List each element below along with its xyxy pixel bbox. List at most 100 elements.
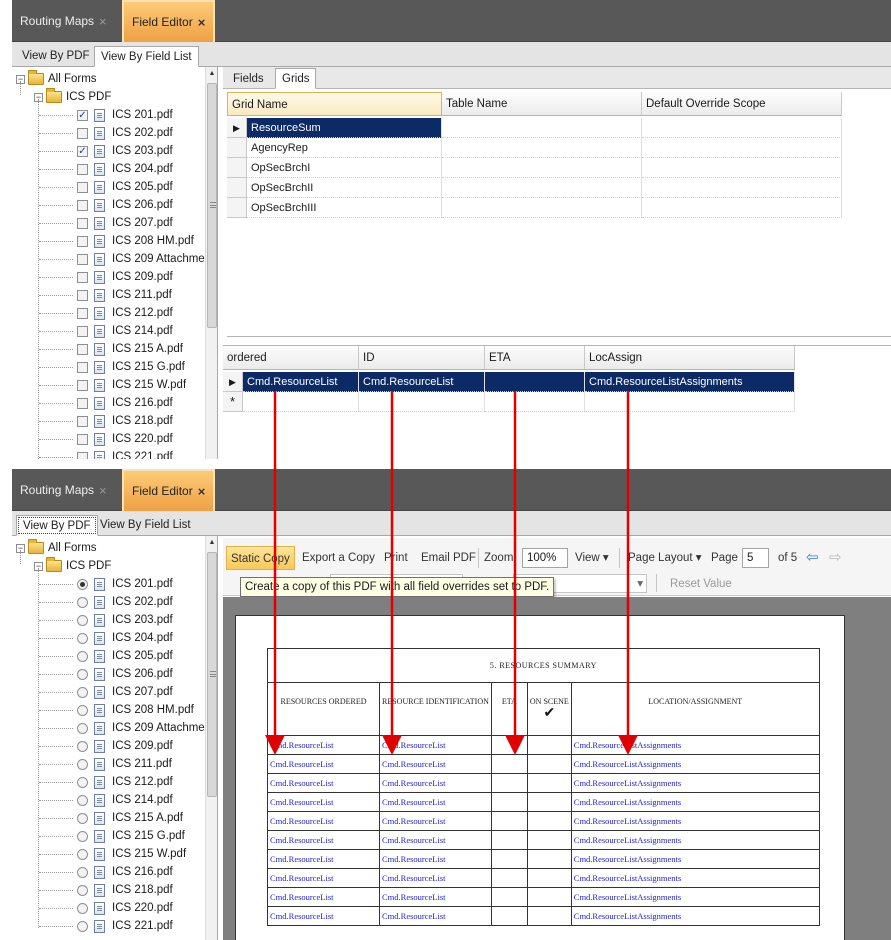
tree-item[interactable]: ICS 215 A.pdf — [39, 340, 183, 358]
row-header[interactable] — [227, 178, 247, 198]
radio-button[interactable] — [77, 668, 88, 680]
override-scope-cell[interactable] — [642, 118, 842, 138]
tree-folder-ics-pdf[interactable]: − ICS PDF — [34, 88, 111, 106]
tree-item[interactable]: ICS 216.pdf — [39, 394, 173, 412]
resource-id-cell[interactable]: Cmd.ResourceList — [379, 773, 492, 793]
checkbox[interactable] — [77, 163, 88, 175]
override-scope-cell[interactable] — [642, 158, 842, 178]
tab-field-editor[interactable]: Field Editor × — [122, 0, 216, 42]
tab-field-editor[interactable]: Field Editor × — [122, 469, 216, 511]
new-row-cell[interactable] — [485, 392, 585, 412]
radio-button[interactable] — [77, 740, 88, 752]
view-menu-button[interactable]: View ▾ — [575, 546, 609, 570]
radio-button[interactable] — [77, 920, 88, 932]
checkbox[interactable] — [77, 361, 88, 373]
checkbox[interactable] — [77, 217, 88, 229]
location-assignment-cell[interactable]: Cmd.ResourceListAssignments — [570, 849, 820, 869]
checkbox[interactable] — [77, 199, 88, 211]
radio-button[interactable] — [77, 632, 88, 644]
id-header[interactable]: ID — [359, 346, 485, 370]
tree-item[interactable]: ICS 218.pdf — [39, 881, 173, 899]
checkbox[interactable]: ✓ — [77, 109, 88, 121]
radio-button[interactable] — [77, 686, 88, 698]
grid-name-cell[interactable]: OpSecBrchI — [247, 158, 442, 178]
tree-item[interactable]: ICS 205.pdf — [39, 178, 173, 196]
location-assignment-cell[interactable]: Cmd.ResourceListAssignments — [570, 811, 820, 831]
resources-ordered-cell[interactable]: Cmd.ResourceList — [267, 773, 380, 793]
radio-button[interactable] — [77, 704, 88, 716]
locassign-header[interactable]: LocAssign — [585, 346, 795, 370]
table-name-cell[interactable] — [442, 158, 642, 178]
location-assignment-cell[interactable]: Cmd.ResourceListAssignments — [570, 792, 820, 812]
page-layout-button[interactable]: Page Layout ▾ — [628, 546, 702, 570]
tree-item[interactable]: ICS 215 G.pdf — [39, 827, 185, 845]
row-header[interactable] — [227, 198, 247, 218]
table-name-cell[interactable] — [442, 118, 642, 138]
resources-ordered-cell[interactable]: Cmd.ResourceList — [267, 887, 380, 907]
resource-id-cell[interactable]: Cmd.ResourceList — [379, 849, 492, 869]
resources-ordered-cell[interactable]: Cmd.ResourceList — [267, 868, 380, 888]
tree-item[interactable]: ICS 202.pdf — [39, 593, 173, 611]
tree-root[interactable]: − All Forms — [16, 70, 97, 88]
locassign-cell[interactable]: Cmd.ResourceListAssignments — [585, 372, 795, 392]
tree-item[interactable]: ICS 208 HM.pdf — [39, 701, 194, 719]
location-assignment-cell[interactable]: Cmd.ResourceListAssignments — [570, 906, 820, 926]
radio-button[interactable] — [77, 902, 88, 914]
checkbox[interactable] — [77, 325, 88, 337]
tree-item[interactable]: ICS 218.pdf — [39, 412, 173, 430]
resources-ordered-cell[interactable]: Cmd.ResourceList — [267, 735, 380, 755]
radio-button[interactable] — [77, 884, 88, 896]
tree-item[interactable]: ICS 215 W.pdf — [39, 376, 186, 394]
resource-id-cell[interactable]: Cmd.ResourceList — [379, 792, 492, 812]
tree-root[interactable]: − All Forms — [16, 539, 97, 557]
checkbox[interactable] — [77, 289, 88, 301]
tree-item[interactable]: ICS 216.pdf — [39, 863, 173, 881]
new-row-cell[interactable] — [243, 392, 359, 412]
id-cell[interactable]: Cmd.ResourceList — [359, 372, 485, 392]
checkbox[interactable] — [77, 379, 88, 391]
resource-id-cell[interactable]: Cmd.ResourceList — [379, 906, 492, 926]
location-assignment-cell[interactable]: Cmd.ResourceListAssignments — [570, 830, 820, 850]
override-scope-cell[interactable] — [642, 138, 842, 158]
radio-button[interactable] — [77, 596, 88, 608]
location-assignment-cell[interactable]: Cmd.ResourceListAssignments — [570, 773, 820, 793]
resources-ordered-cell[interactable]: Cmd.ResourceList — [267, 906, 380, 926]
ordered-cell[interactable]: Cmd.ResourceList — [243, 372, 359, 392]
tab-view-by-field-list[interactable]: View By Field List — [94, 515, 197, 536]
page-number-input[interactable]: 5 — [742, 548, 769, 568]
checkbox[interactable] — [77, 127, 88, 139]
reset-value-button[interactable]: Reset Value — [670, 572, 732, 596]
tree-item[interactable]: ICS 215 W.pdf — [39, 845, 186, 863]
radio-button[interactable] — [77, 722, 88, 734]
tree-item[interactable]: ICS 215 A.pdf — [39, 809, 183, 827]
previous-page-icon[interactable]: ⇦ — [806, 546, 819, 570]
tree-item[interactable]: ICS 212.pdf — [39, 773, 173, 791]
checkbox[interactable] — [77, 397, 88, 409]
radio-button[interactable] — [77, 830, 88, 842]
tree-item[interactable]: ICS 209.pdf — [39, 737, 173, 755]
resources-ordered-cell[interactable]: Cmd.ResourceList — [267, 754, 380, 774]
scroll-thumb[interactable] — [207, 83, 217, 328]
tree-item[interactable]: ICS 221.pdf — [39, 917, 173, 935]
email-pdf-button[interactable]: Email PDF — [421, 546, 476, 570]
tab-view-by-pdf[interactable]: View By PDF — [16, 46, 96, 67]
tree-item[interactable]: ICS 212.pdf — [39, 304, 173, 322]
table-name-header[interactable]: Table Name — [442, 92, 642, 116]
close-icon[interactable]: × — [198, 15, 206, 30]
table-name-cell[interactable] — [442, 178, 642, 198]
zoom-input[interactable]: 100% — [522, 548, 568, 568]
tree-item[interactable]: ICS 206.pdf — [39, 196, 173, 214]
eta-header[interactable]: ETA — [485, 346, 585, 370]
tree-item[interactable]: ICS 209 Attachme — [39, 719, 205, 737]
location-assignment-cell[interactable]: Cmd.ResourceListAssignments — [570, 754, 820, 774]
new-row-cell[interactable] — [585, 392, 795, 412]
radio-button[interactable] — [77, 794, 88, 806]
ordered-header[interactable]: ordered — [223, 346, 359, 370]
pdf-viewer[interactable]: 5. RESOURCES SUMMARY RESOURCES ORDERED R… — [223, 597, 891, 940]
tree-item[interactable]: ✓ ICS 203.pdf — [39, 142, 173, 160]
grid-name-cell[interactable]: AgencyRep — [247, 138, 442, 158]
radio-button[interactable] — [77, 812, 88, 824]
row-header[interactable] — [227, 138, 247, 158]
tab-view-by-field-list[interactable]: View By Field List — [94, 46, 199, 67]
print-button[interactable]: Print — [384, 546, 408, 570]
